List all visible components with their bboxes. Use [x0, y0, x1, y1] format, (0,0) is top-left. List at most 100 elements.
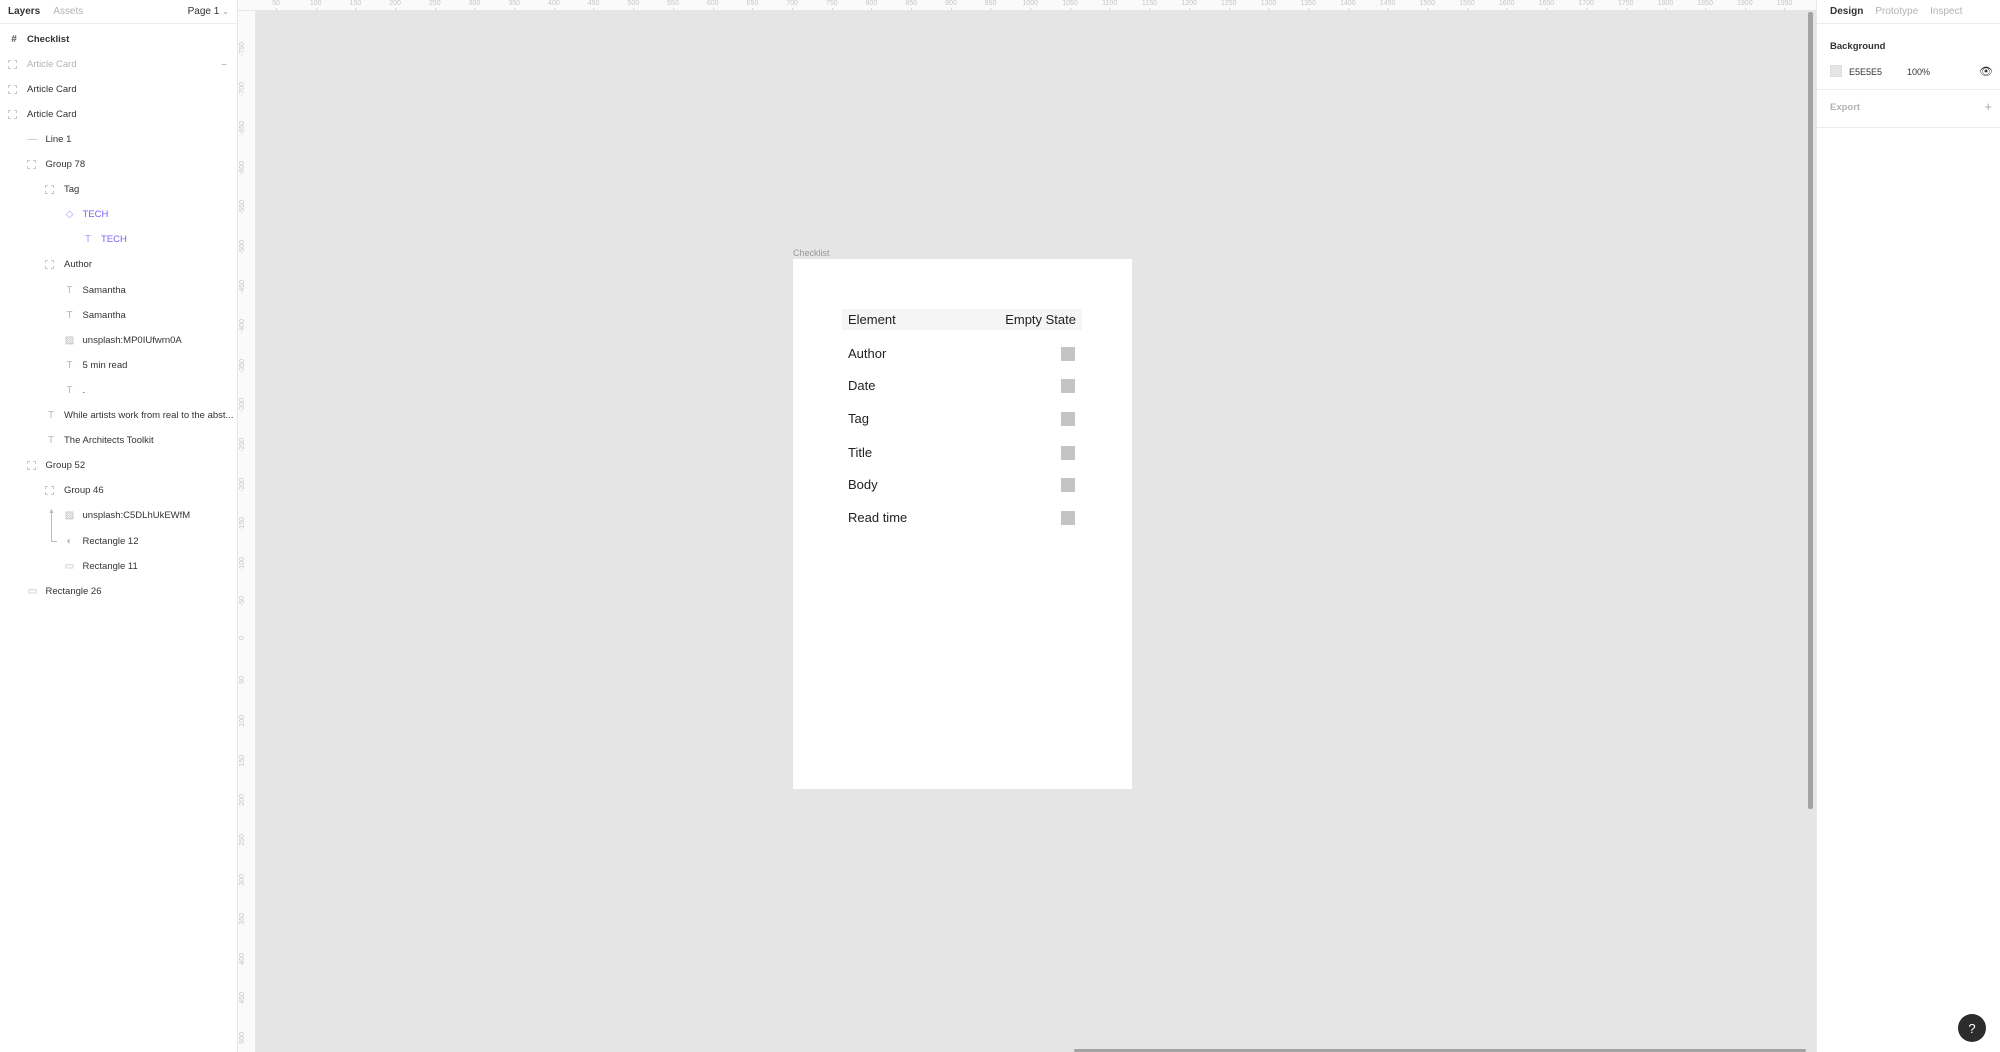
ruler-tick-label: -700	[239, 81, 246, 96]
background-opacity-input[interactable]: 100%	[1907, 67, 1930, 77]
background-color-swatch[interactable]	[1830, 65, 1842, 77]
group-icon	[45, 185, 54, 195]
layer-item[interactable]: # Checklist	[0, 28, 237, 50]
layer-item[interactable]: T.	[0, 379, 237, 401]
ruler-tick-label: 50	[239, 675, 246, 684]
layer-label: The Architects Toolkit	[64, 435, 154, 447]
ruler-tick-label: 1350	[1300, 0, 1316, 10]
properties-panel: Design Prototype Inspect Background E5E5…	[1816, 0, 2000, 1052]
layer-label: Rectangle 26	[45, 585, 102, 597]
help-button[interactable]: ?	[1958, 1014, 1986, 1042]
ruler-tick-label: 0	[239, 636, 246, 640]
empty-state-checkbox[interactable]	[1061, 379, 1075, 393]
ruler-tick-label: 450	[239, 992, 246, 1005]
layer-item[interactable]: ▭ Rectangle 11	[0, 555, 237, 577]
layer-item[interactable]: T Samantha	[0, 279, 237, 301]
canvas[interactable]: Checklist Element Empty State Author Date…	[256, 11, 1816, 1052]
ruler-tick-label: -150	[239, 517, 246, 532]
empty-state-checkbox[interactable]	[1061, 347, 1075, 361]
ruler-tick-label: 750	[825, 0, 838, 10]
frame-label[interactable]: Checklist	[793, 248, 830, 258]
tab-inspect[interactable]: Inspect	[1930, 6, 1962, 17]
layer-label: TECH	[82, 209, 109, 221]
ruler-tick-label: 1800	[1657, 0, 1674, 10]
ruler-tick-label: 100	[309, 0, 322, 10]
group-icon	[8, 84, 17, 94]
empty-state-checkbox[interactable]	[1061, 478, 1075, 492]
ruler-tick-label: 1650	[1538, 0, 1555, 10]
layer-item[interactable]: Article Card ⌣	[0, 53, 237, 75]
ruler-tick-label: -300	[239, 398, 246, 413]
background-section: Background E5E5E5 100% 👁	[1817, 24, 2000, 90]
ruler-tick-label: 1450	[1379, 0, 1396, 10]
layer-label: Rectangle 12	[82, 535, 139, 547]
ruler-tick-label: 1300	[1260, 0, 1277, 10]
eye-closed-icon[interactable]: ⌣	[221, 59, 227, 70]
layer-label: Article Card	[27, 83, 77, 95]
text-icon: T	[84, 234, 92, 246]
ruler-tick-label: -600	[239, 160, 246, 175]
checklist-frame[interactable]: Element Empty State Author Date Tag Title Bo…	[793, 259, 1132, 789]
ruler-tick-label: -250	[239, 438, 246, 453]
empty-state-checkbox[interactable]	[1061, 511, 1075, 525]
vertical-scrollbar[interactable]	[1808, 12, 1813, 809]
background-hex-input[interactable]: E5E5E5	[1849, 67, 1882, 77]
horizontal-ruler: 50 100 150 200 250 300 350 400 450 500 550 600 650 70…	[238, 0, 1816, 11]
layer-item[interactable]: Article Card	[0, 103, 237, 125]
image-icon: ▨	[64, 510, 75, 522]
layer-item[interactable]: ▭ Rectangle 26	[0, 580, 237, 602]
layer-item[interactable]: T While artists work from real to the abs…	[0, 405, 237, 427]
text-icon: T	[66, 309, 73, 321]
layer-label: Article Card	[27, 108, 77, 120]
empty-state-checkbox[interactable]	[1061, 412, 1075, 426]
tab-design[interactable]: Design	[1830, 6, 1863, 17]
layer-item[interactable]: ▨ unsplash:MP0IUfwrn0A	[0, 329, 237, 351]
layer-item[interactable]: T The Architects Toolkit	[0, 430, 237, 452]
layer-item[interactable]: — Line 1	[0, 128, 237, 150]
layer-item[interactable]: ◐ Rectangle 12	[0, 530, 237, 552]
checklist-row-label: Author	[848, 346, 887, 361]
ruler-tick-label: 1200	[1181, 0, 1197, 10]
ruler-tick-label: 1600	[1498, 0, 1515, 10]
layer-item[interactable]: T 5 min read	[0, 354, 237, 376]
tab-prototype[interactable]: Prototype	[1875, 6, 1918, 17]
layer-label: Group 78	[45, 159, 86, 170]
layer-item[interactable]: Group 52	[0, 455, 237, 477]
ruler-tick-label: -200	[239, 477, 246, 492]
layer-item[interactable]: T Samantha	[0, 304, 237, 326]
layer-item[interactable]: ▨ unsplash:C5DLhUkEWfM	[0, 505, 237, 527]
ruler-tick-label: 1900	[1737, 0, 1753, 10]
layer-label: Samantha	[82, 284, 126, 296]
ruler-tick-label: 600	[706, 0, 719, 10]
ruler-tick-label: -550	[239, 200, 246, 215]
group-icon	[8, 109, 17, 119]
layer-item[interactable]: Group 46	[0, 480, 237, 502]
layer-label: Group 46	[64, 485, 104, 497]
ruler-tick-label: 150	[349, 0, 362, 10]
layer-item[interactable]: Article Card	[0, 78, 237, 100]
ruler-tick-label: -650	[239, 121, 246, 136]
header-empty-state: Empty State	[1005, 312, 1076, 327]
layer-item[interactable]: Tag	[0, 179, 237, 201]
plus-icon[interactable]: +	[1984, 99, 1992, 114]
layer-item[interactable]: Group 78	[0, 154, 237, 176]
ruler-tick-label: -400	[239, 319, 246, 334]
ruler-tick-label: 400	[548, 0, 560, 10]
page-selector[interactable]: Page 1 ⌄	[188, 6, 229, 17]
tab-layers[interactable]: Layers	[8, 6, 40, 17]
ruler-tick-label: 1950	[1776, 0, 1793, 10]
layer-label: unsplash:C5DLhUkEWfM	[82, 510, 191, 522]
layers-panel: Layers Assets Page 1 ⌄ # Checklist Article…	[0, 0, 238, 1052]
ruler-tick-label: -750	[239, 42, 246, 57]
layer-item[interactable]: T TECH	[0, 229, 237, 251]
ruler-tick-label: 500	[627, 0, 640, 10]
empty-state-checkbox[interactable]	[1061, 446, 1075, 460]
layer-label: .	[82, 384, 86, 396]
eye-icon[interactable]: 👁	[1979, 65, 1993, 78]
ruler-tick-label: 300	[239, 873, 246, 886]
ruler-tick-label: 350	[239, 913, 246, 925]
tab-assets[interactable]: Assets	[53, 6, 83, 17]
layer-item[interactable]: Author	[0, 254, 237, 276]
ruler-tick-label: 850	[905, 0, 918, 10]
layer-item[interactable]: ◇ TECH	[0, 204, 237, 226]
